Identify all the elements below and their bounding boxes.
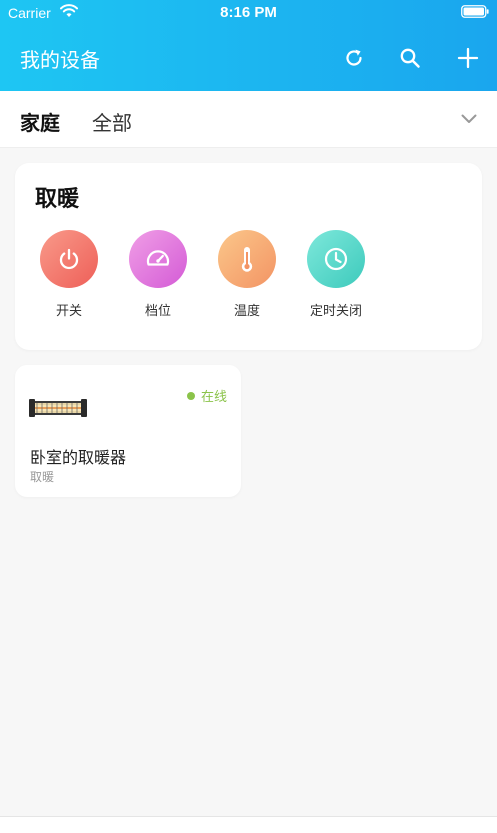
function-label: 定时关闭 — [309, 304, 362, 319]
tab-all[interactable]: 全部 — [92, 107, 132, 136]
function-label: 开关 — [55, 304, 82, 319]
function-temperature[interactable]: 温度 — [202, 230, 292, 319]
device-card[interactable]: 在线 卧室的取暖器 取暖 — [15, 365, 241, 497]
refresh-button[interactable] — [340, 44, 368, 72]
quick-controls-card: 取暖 开关 档位 温度 定时关闭 — [15, 163, 482, 350]
refresh-icon — [346, 49, 362, 66]
page-title: 我的设备 — [20, 48, 100, 72]
device-type: 取暖 — [30, 470, 55, 484]
chevron-down-icon[interactable] — [461, 109, 477, 128]
function-label: 档位 — [144, 304, 171, 319]
search-button[interactable] — [396, 44, 424, 72]
power-icon — [40, 230, 98, 288]
function-timer-off[interactable]: 定时关闭 — [291, 230, 381, 319]
clock-time: 8:16 PM — [220, 4, 277, 21]
tab-devices-icon[interactable] — [113, 827, 133, 833]
tab-profile-icon[interactable] — [360, 827, 384, 833]
bottom-tab-bar — [0, 816, 497, 833]
header-bar: Carrier 8:16 PM 我的设备 — [0, 0, 497, 91]
function-power[interactable]: 开关 — [24, 230, 114, 319]
speedometer-icon — [129, 230, 187, 288]
home-filter-tabs: 家庭 全部 — [0, 91, 497, 148]
function-gear-level[interactable]: 档位 — [113, 230, 203, 319]
card-title: 取暖 — [35, 187, 80, 212]
search-icon — [400, 48, 420, 68]
battery-icon — [461, 5, 489, 22]
plus-icon — [457, 47, 479, 69]
online-dot — [186, 391, 195, 400]
heater-image — [29, 397, 87, 423]
status-badge: 在线 — [186, 386, 227, 405]
thermometer-icon — [218, 230, 276, 288]
function-label: 温度 — [233, 304, 260, 319]
add-device-button[interactable] — [454, 44, 482, 72]
tab-home[interactable]: 家庭 — [20, 107, 60, 136]
clock-icon — [307, 230, 365, 288]
status-bar: Carrier 8:16 PM — [0, 0, 497, 26]
device-name: 卧室的取暖器 — [30, 448, 127, 467]
status-text: 在线 — [200, 390, 227, 405]
